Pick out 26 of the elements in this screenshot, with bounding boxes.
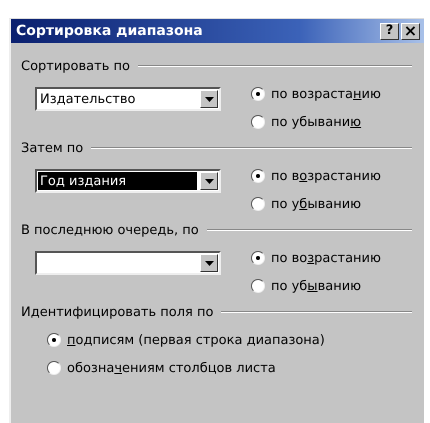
radio-label[interactable]: по возрастанию — [271, 250, 381, 266]
radio-label[interactable]: по убыванию — [271, 114, 362, 130]
window-title: Сортировка диапазона — [16, 23, 203, 39]
radio-button[interactable] — [251, 197, 265, 211]
radio-button[interactable] — [251, 115, 265, 129]
section-heading: Идентифицировать поля по — [21, 304, 214, 320]
dropdown-field[interactable]: Издательство — [35, 87, 221, 111]
radio-button[interactable] — [47, 361, 61, 375]
radio-label[interactable]: по убыванию — [271, 278, 362, 294]
radio-button[interactable] — [251, 279, 265, 293]
dropdown-field[interactable]: Год издания — [35, 169, 221, 193]
radio-label[interactable]: по возрастанию — [271, 86, 381, 102]
radio-button[interactable] — [251, 251, 265, 265]
close-button[interactable]: × — [401, 22, 420, 40]
radio-label[interactable]: по возрастанию — [271, 168, 381, 184]
dropdown-field[interactable] — [35, 251, 221, 275]
radio-button[interactable] — [47, 333, 61, 347]
radio-label[interactable]: по убыванию — [271, 196, 362, 212]
help-button[interactable]: ? — [380, 22, 399, 40]
section-heading: В последнюю очередь, по — [21, 222, 199, 238]
radio-button[interactable] — [251, 87, 265, 101]
radio-label[interactable]: подписям (первая строка диапазона) — [67, 332, 325, 348]
radio-button[interactable] — [251, 169, 265, 183]
section-heading: Затем по — [21, 140, 84, 156]
section-heading: Сортировать по — [21, 58, 130, 74]
radio-label[interactable]: обозначениям столбцов листа — [67, 360, 276, 376]
